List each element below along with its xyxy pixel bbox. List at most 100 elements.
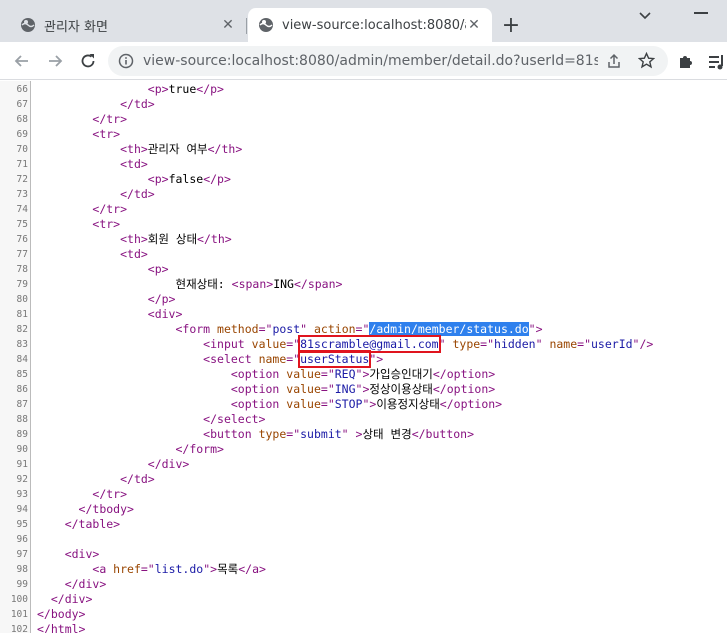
token-tag: </div> (64, 577, 107, 591)
token-tag: </body> (37, 607, 86, 621)
token-tag: <p> (147, 262, 169, 276)
source-line: 85 <option value="REQ">가입승인대기</option> (0, 367, 727, 382)
source-code: </tr> (37, 112, 127, 127)
token-tag: <option (230, 397, 287, 411)
source-code: </div> (37, 592, 93, 607)
line-number: 100 (10, 594, 28, 605)
token-val: ING (334, 382, 356, 396)
source-line: 81 <div> (0, 307, 727, 322)
arrow-left-icon[interactable] (12, 51, 32, 71)
source-code: <div> (37, 307, 183, 322)
tab-strip: 관리자 화면 ✕ view-source:localhost:8080/admi… (0, 0, 727, 42)
source-line: 82 <form method="post" action="/admin/me… (0, 322, 727, 337)
selected-text: /admin/member/status.do (369, 322, 529, 336)
token-txt: 가입승인대기 (369, 367, 433, 381)
token-txt: false (168, 172, 204, 186)
info-icon[interactable] (118, 53, 134, 69)
line-number: 74 (16, 204, 28, 215)
globe-icon (21, 18, 35, 32)
token-attr: value (286, 382, 321, 396)
source-code: <form method="post" action="/admin/membe… (37, 322, 543, 337)
token-txt: 정상이용상태 (369, 382, 433, 396)
token-val: post (272, 322, 301, 336)
source-code: </p> (37, 292, 176, 307)
token-tag: </p> (196, 82, 224, 96)
source-line: 86 <option value="ING">정상이용상태</option> (0, 382, 727, 397)
token-tag: <td> (120, 247, 148, 261)
source-code: <button type="submit" >상태 변경</button> (37, 427, 474, 442)
token-tag: </p> (147, 292, 176, 306)
token-tag: </html> (37, 622, 86, 633)
share-icon[interactable] (606, 53, 622, 69)
line-number: 86 (16, 384, 28, 395)
token-attr: action (314, 322, 356, 336)
line-number: 80 (16, 294, 28, 305)
source-code: </table> (37, 517, 120, 532)
source-line: 99 </div> (0, 577, 727, 592)
arrow-right-icon[interactable] (45, 51, 65, 71)
media-icon[interactable] (707, 53, 727, 71)
token-tag: "> (355, 367, 370, 381)
token-tag: </form> (175, 442, 224, 456)
source-line: 66 <p>true</p> (0, 82, 727, 97)
line-number: 92 (16, 474, 28, 485)
token-tag: <tr> (92, 127, 121, 141)
url-text[interactable]: view-source:localhost:8080/admin/member/… (143, 53, 598, 69)
token-attr: type (258, 427, 287, 441)
token-val[interactable]: list.do (155, 562, 203, 576)
reload-icon[interactable] (78, 51, 98, 71)
source-line: 88 </select> (0, 412, 727, 427)
source-code: </div> (37, 457, 190, 472)
line-number: 90 (16, 444, 28, 455)
close-icon[interactable]: ✕ (220, 17, 236, 33)
token-tag: </div> (147, 457, 190, 471)
token-tag: "> (369, 352, 384, 366)
token-tag: =" (258, 322, 273, 336)
token-val: hidden (494, 337, 536, 351)
tab-view-source[interactable]: view-source:localhost:8080/admi ✕ (248, 8, 492, 42)
chevron-down-icon[interactable] (636, 8, 654, 24)
source-code: <input value="81scramble@gmail.com" type… (37, 335, 653, 353)
tab-title: 관리자 화면 (44, 19, 108, 35)
line-number: 96 (16, 534, 28, 545)
puzzle-icon[interactable] (677, 52, 695, 70)
line-number: 85 (16, 369, 28, 380)
token-txt: 이용정지상태 (376, 397, 440, 411)
close-icon[interactable]: ✕ (466, 17, 482, 33)
token-tag: </tbody> (78, 502, 134, 516)
minimize-icon[interactable] (694, 12, 708, 14)
line-number: 69 (16, 129, 28, 140)
token-tag: <a (92, 562, 114, 576)
token-tag: <th> (120, 142, 148, 156)
tab-title: view-source:localhost:8080/admi (282, 17, 466, 33)
address-bar[interactable]: view-source:localhost:8080/admin/member/… (108, 46, 668, 76)
line-number: 87 (16, 399, 28, 410)
source-line: 79 현재상태: <span>ING</span> (0, 277, 727, 292)
token-tag: " (300, 322, 314, 336)
token-tag: </tr> (92, 112, 128, 126)
source-line: 92 </td> (0, 472, 727, 487)
line-number: 101 (10, 609, 28, 620)
token-tag: </td> (120, 472, 155, 486)
source-code: <p>true</p> (37, 82, 224, 97)
source-line: 70 <th>관리자 여부</th> (0, 142, 727, 157)
source-code: <p>false</p> (37, 172, 231, 187)
plus-icon[interactable]: + (500, 13, 522, 38)
source-code: </tr> (37, 202, 127, 217)
token-tag: <p> (147, 172, 169, 186)
token-attr: name (258, 352, 287, 366)
tab-admin-screen[interactable]: 관리자 화면 ✕ (10, 8, 246, 42)
star-icon[interactable] (638, 52, 655, 69)
token-attr: method (217, 322, 259, 336)
